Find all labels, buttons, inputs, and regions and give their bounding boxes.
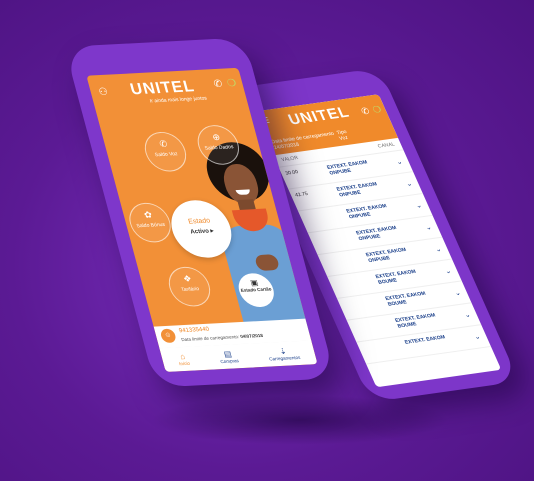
chevron-down-icon: ⌄ bbox=[395, 158, 404, 167]
estado-cartao-label: Estado Cartão bbox=[240, 286, 273, 293]
tab-inicio[interactable]: ⌂ Início bbox=[176, 352, 190, 366]
row-entity: EXTEXT. EAKOM ONPUBE bbox=[345, 203, 388, 221]
chevron-down-icon: ⌄ bbox=[424, 224, 434, 232]
recharge-limit: Data limite de carregamento: 04/07/2018 bbox=[181, 333, 264, 342]
chevron-down-icon: ⌄ bbox=[404, 180, 414, 188]
saldo-bonus-label: Saldo Bónus bbox=[135, 221, 166, 230]
estado-title: Estado bbox=[187, 217, 212, 226]
row-entity: EXTEXT. EAKOM BOUME bbox=[394, 312, 437, 330]
chevron-down-icon: ⌄ bbox=[414, 202, 424, 210]
tab-carregamentos-label: Carregamentos bbox=[268, 354, 301, 362]
tab-carregamentos[interactable]: ⇣ Carregamentos bbox=[266, 346, 301, 362]
limit-date: 04/07/2018 bbox=[239, 332, 264, 340]
back-logo: UNITEL bbox=[285, 103, 353, 129]
tarifario-button[interactable]: ❖ Tarifário bbox=[164, 265, 215, 308]
gift-icon: ✿ bbox=[142, 209, 154, 220]
row-entity: EXTEXT. EAKOM ONPUBE bbox=[326, 159, 369, 177]
saldo-voz-button[interactable]: ✆ Saldo Voz bbox=[140, 130, 191, 173]
row-value: 42.75 bbox=[294, 191, 310, 199]
phone-number: 941335440 bbox=[178, 326, 210, 335]
phone-icon: ✆ bbox=[158, 138, 169, 149]
saldo-voz-label: Saldo Voz bbox=[154, 151, 179, 159]
saldo-dados-label: Saldo Dados bbox=[204, 144, 235, 152]
type-filter-value: Voz bbox=[338, 134, 350, 142]
globe-icon: ⊕ bbox=[211, 131, 222, 143]
tab-inicio-label: Início bbox=[178, 360, 191, 367]
phone-icon[interactable]: ✆ bbox=[359, 106, 371, 118]
row-entity: EXTEXT. EAKOM ONPUBE bbox=[335, 181, 379, 199]
avatar: ☺ bbox=[159, 328, 178, 344]
row-value: 30.00 bbox=[284, 169, 300, 177]
chevron-down-icon: ⌄ bbox=[473, 333, 482, 341]
phone-icon[interactable]: ✆ bbox=[212, 79, 223, 90]
saldo-bonus-button[interactable]: ✿ Saldo Bónus bbox=[124, 201, 176, 244]
limit-label: Data limite de carregamento: bbox=[180, 334, 240, 343]
chevron-down-icon: ⌄ bbox=[443, 267, 453, 276]
row-entity: EXTEXT. EAKOM ONPUBE bbox=[364, 246, 408, 264]
phone-shadow bbox=[150, 395, 450, 445]
row-entity: EXTEXT. EAKOM bbox=[403, 334, 447, 346]
tag-icon: ❖ bbox=[182, 273, 193, 284]
col-value: VALOR bbox=[280, 155, 300, 164]
chat-icon[interactable]: ❍ bbox=[371, 104, 384, 116]
tarifario-label: Tarifário bbox=[180, 286, 200, 294]
chevron-down-icon: ⌄ bbox=[463, 311, 473, 320]
chevron-down-icon: ⌄ bbox=[453, 289, 463, 298]
row-entity: EXTEXT. EAKOM BOUME bbox=[384, 290, 427, 308]
top-bar: ⚇ UNITEL Ir ainda mais longe juntos ✆ ❍ bbox=[86, 68, 248, 115]
row-entity: EXTEXT. EAKOM BOUME bbox=[374, 268, 418, 286]
tab-compras[interactable]: ▤ Compras bbox=[217, 349, 240, 365]
date-filter-label: Data limite de carregamento bbox=[270, 130, 336, 146]
user-icon[interactable]: ⚇ bbox=[98, 87, 110, 98]
col-channel: CANAL bbox=[376, 141, 396, 150]
estado-value: Activo ▸ bbox=[189, 228, 215, 236]
type-filter[interactable]: Tipo Voz bbox=[336, 129, 351, 142]
chat-icon[interactable]: ❍ bbox=[226, 78, 238, 89]
chevron-down-icon: ⌄ bbox=[434, 246, 443, 254]
tab-compras-label: Compras bbox=[219, 358, 240, 365]
row-entity: EXTEXT. EAKOM ONPUBE bbox=[355, 225, 398, 243]
